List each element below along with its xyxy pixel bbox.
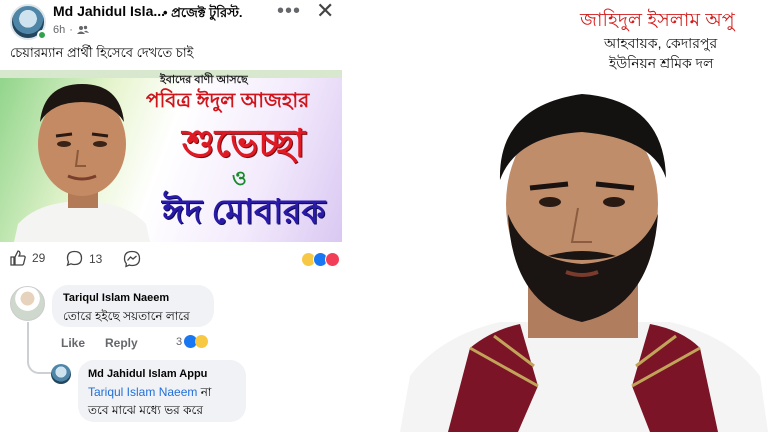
facebook-post: Md Jahidul Isla... • প্রজেক্ট টুরিস্ট. 6… xyxy=(0,0,355,432)
profile-portrait xyxy=(400,94,768,432)
close-icon[interactable]: ✕ xyxy=(316,0,334,24)
like-count: 29 xyxy=(32,251,46,265)
comment-action[interactable]: 13 xyxy=(66,250,102,267)
friends-audience-icon xyxy=(76,25,89,34)
comment-bubble: Tariqul Islam Naeem তোরে হইছে সয়তানে লা… xyxy=(52,285,214,327)
reply-text-line-1: Tariqul Islam Naeem না xyxy=(88,384,211,404)
replier-name[interactable]: Md Jahidul Islam Appu xyxy=(88,368,207,380)
reply-bubble: Md Jahidul Islam Appu Tariqul Islam Naee… xyxy=(78,360,246,422)
post-group[interactable]: • প্রজেক্ট টুরিস্ট. xyxy=(163,4,243,25)
post-stats-bar: 29 13 xyxy=(10,250,340,272)
thumbs-up-icon xyxy=(10,250,26,266)
online-status-dot xyxy=(37,30,47,40)
comment-text: তোরে হইছে সয়তানে লারে xyxy=(63,309,190,323)
like-action[interactable]: 29 xyxy=(10,250,45,266)
audience-separator-icon: · xyxy=(69,24,73,36)
comment-actions: Like Reply xyxy=(61,336,138,350)
comment-icon xyxy=(66,250,83,267)
comment-like-button[interactable]: Like xyxy=(61,336,85,350)
reply-text-line-2: তবে মাঝে মধ্যে ভর করে xyxy=(88,403,203,417)
candidate-photo xyxy=(14,84,150,242)
cut-off-reply-actions xyxy=(88,426,238,432)
banner-line-4: ঈদ মোবারক xyxy=(162,193,326,231)
haha-reaction-icon xyxy=(195,335,209,348)
share-action[interactable] xyxy=(123,250,141,268)
comment-count: 13 xyxy=(89,251,103,266)
messenger-share-icon xyxy=(123,250,141,268)
post-meta: 6h · xyxy=(53,24,89,36)
more-options-icon[interactable]: ••• xyxy=(277,0,301,23)
post-image[interactable]: ইবাদের বাণী আসছে পবিত্র ঈদুল আজহার শুভেচ… xyxy=(0,70,342,242)
reply-thread-line xyxy=(27,322,51,374)
profile-title-line-2: ইউনিয়ন শ্রমিক দল xyxy=(609,55,714,71)
post-text: চেয়ারম্যান প্রার্থী হিসেবে দেখতে চাই xyxy=(10,45,194,60)
comment-reaction-count: 3 xyxy=(176,335,183,348)
commenter-avatar[interactable] xyxy=(10,286,45,321)
commenter-name[interactable]: Tariqul Islam Naeem xyxy=(63,292,169,304)
reply-text-suffix: না xyxy=(200,385,212,399)
post-time[interactable]: 6h xyxy=(53,24,65,36)
comment-reply-button[interactable]: Reply xyxy=(105,336,138,350)
replier-avatar[interactable] xyxy=(51,364,71,384)
comment-reactions[interactable]: 3 xyxy=(176,335,209,348)
post-author[interactable]: Md Jahidul Isla... xyxy=(53,3,165,19)
love-reaction-icon xyxy=(325,252,340,267)
reaction-summary[interactable] xyxy=(301,252,340,267)
reply-mention-link[interactable]: Tariqul Islam Naeem xyxy=(88,385,197,399)
